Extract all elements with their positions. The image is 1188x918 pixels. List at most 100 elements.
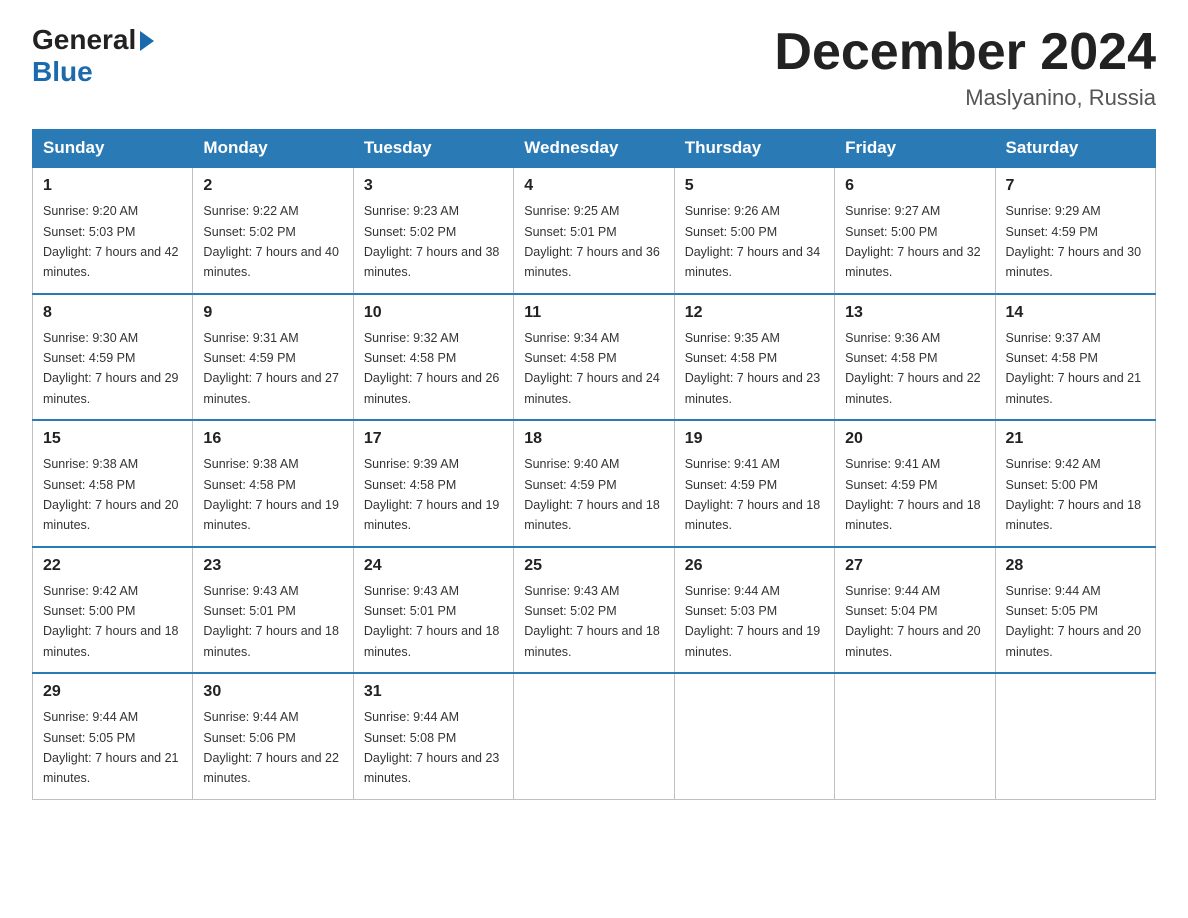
day-info: Sunrise: 9:32 AMSunset: 4:58 PMDaylight:…	[364, 331, 500, 406]
day-cell: 1 Sunrise: 9:20 AMSunset: 5:03 PMDayligh…	[33, 167, 193, 294]
day-info: Sunrise: 9:43 AMSunset: 5:02 PMDaylight:…	[524, 584, 660, 659]
day-cell: 22 Sunrise: 9:42 AMSunset: 5:00 PMDaylig…	[33, 547, 193, 674]
day-cell: 30 Sunrise: 9:44 AMSunset: 5:06 PMDaylig…	[193, 673, 353, 799]
day-info: Sunrise: 9:44 AMSunset: 5:05 PMDaylight:…	[43, 710, 179, 785]
day-number: 8	[43, 301, 182, 325]
week-row-2: 8 Sunrise: 9:30 AMSunset: 4:59 PMDayligh…	[33, 294, 1156, 421]
day-cell: 31 Sunrise: 9:44 AMSunset: 5:08 PMDaylig…	[353, 673, 513, 799]
logo: General Blue	[32, 24, 154, 88]
day-cell: 19 Sunrise: 9:41 AMSunset: 4:59 PMDaylig…	[674, 420, 834, 547]
header-sunday: Sunday	[33, 130, 193, 168]
day-info: Sunrise: 9:44 AMSunset: 5:06 PMDaylight:…	[203, 710, 339, 785]
day-number: 17	[364, 427, 503, 451]
day-number: 12	[685, 301, 824, 325]
day-number: 18	[524, 427, 663, 451]
day-cell: 11 Sunrise: 9:34 AMSunset: 4:58 PMDaylig…	[514, 294, 674, 421]
logo-arrow-icon	[140, 31, 154, 51]
day-cell: 20 Sunrise: 9:41 AMSunset: 4:59 PMDaylig…	[835, 420, 995, 547]
day-cell: 25 Sunrise: 9:43 AMSunset: 5:02 PMDaylig…	[514, 547, 674, 674]
day-cell: 16 Sunrise: 9:38 AMSunset: 4:58 PMDaylig…	[193, 420, 353, 547]
day-cell: 3 Sunrise: 9:23 AMSunset: 5:02 PMDayligh…	[353, 167, 513, 294]
day-cell: 27 Sunrise: 9:44 AMSunset: 5:04 PMDaylig…	[835, 547, 995, 674]
day-number: 16	[203, 427, 342, 451]
calendar-table: SundayMondayTuesdayWednesdayThursdayFrid…	[32, 129, 1156, 800]
day-info: Sunrise: 9:35 AMSunset: 4:58 PMDaylight:…	[685, 331, 821, 406]
day-info: Sunrise: 9:42 AMSunset: 5:00 PMDaylight:…	[1006, 457, 1142, 532]
day-number: 6	[845, 174, 984, 198]
day-number: 31	[364, 680, 503, 704]
logo-blue-text: Blue	[32, 56, 93, 88]
logo-general-text: General	[32, 24, 136, 56]
day-number: 5	[685, 174, 824, 198]
day-number: 10	[364, 301, 503, 325]
day-info: Sunrise: 9:44 AMSunset: 5:03 PMDaylight:…	[685, 584, 821, 659]
day-cell: 26 Sunrise: 9:44 AMSunset: 5:03 PMDaylig…	[674, 547, 834, 674]
title-area: December 2024 Maslyanino, Russia	[774, 24, 1156, 111]
day-info: Sunrise: 9:26 AMSunset: 5:00 PMDaylight:…	[685, 204, 821, 279]
day-number: 9	[203, 301, 342, 325]
day-info: Sunrise: 9:30 AMSunset: 4:59 PMDaylight:…	[43, 331, 179, 406]
day-number: 25	[524, 554, 663, 578]
day-info: Sunrise: 9:25 AMSunset: 5:01 PMDaylight:…	[524, 204, 660, 279]
day-number: 26	[685, 554, 824, 578]
day-cell	[674, 673, 834, 799]
day-info: Sunrise: 9:44 AMSunset: 5:08 PMDaylight:…	[364, 710, 500, 785]
day-number: 13	[845, 301, 984, 325]
day-cell: 5 Sunrise: 9:26 AMSunset: 5:00 PMDayligh…	[674, 167, 834, 294]
day-number: 30	[203, 680, 342, 704]
day-cell: 15 Sunrise: 9:38 AMSunset: 4:58 PMDaylig…	[33, 420, 193, 547]
day-info: Sunrise: 9:22 AMSunset: 5:02 PMDaylight:…	[203, 204, 339, 279]
day-cell	[835, 673, 995, 799]
day-number: 11	[524, 301, 663, 325]
header-saturday: Saturday	[995, 130, 1155, 168]
day-info: Sunrise: 9:23 AMSunset: 5:02 PMDaylight:…	[364, 204, 500, 279]
day-cell: 18 Sunrise: 9:40 AMSunset: 4:59 PMDaylig…	[514, 420, 674, 547]
day-cell: 24 Sunrise: 9:43 AMSunset: 5:01 PMDaylig…	[353, 547, 513, 674]
day-number: 1	[43, 174, 182, 198]
day-number: 15	[43, 427, 182, 451]
header-wednesday: Wednesday	[514, 130, 674, 168]
day-cell: 10 Sunrise: 9:32 AMSunset: 4:58 PMDaylig…	[353, 294, 513, 421]
week-row-5: 29 Sunrise: 9:44 AMSunset: 5:05 PMDaylig…	[33, 673, 1156, 799]
day-cell: 4 Sunrise: 9:25 AMSunset: 5:01 PMDayligh…	[514, 167, 674, 294]
day-info: Sunrise: 9:36 AMSunset: 4:58 PMDaylight:…	[845, 331, 981, 406]
day-info: Sunrise: 9:27 AMSunset: 5:00 PMDaylight:…	[845, 204, 981, 279]
week-row-4: 22 Sunrise: 9:42 AMSunset: 5:00 PMDaylig…	[33, 547, 1156, 674]
day-cell: 28 Sunrise: 9:44 AMSunset: 5:05 PMDaylig…	[995, 547, 1155, 674]
location-title: Maslyanino, Russia	[774, 85, 1156, 111]
day-info: Sunrise: 9:41 AMSunset: 4:59 PMDaylight:…	[685, 457, 821, 532]
day-info: Sunrise: 9:44 AMSunset: 5:04 PMDaylight:…	[845, 584, 981, 659]
header-thursday: Thursday	[674, 130, 834, 168]
day-number: 19	[685, 427, 824, 451]
day-cell: 29 Sunrise: 9:44 AMSunset: 5:05 PMDaylig…	[33, 673, 193, 799]
day-info: Sunrise: 9:38 AMSunset: 4:58 PMDaylight:…	[43, 457, 179, 532]
day-cell: 2 Sunrise: 9:22 AMSunset: 5:02 PMDayligh…	[193, 167, 353, 294]
week-row-3: 15 Sunrise: 9:38 AMSunset: 4:58 PMDaylig…	[33, 420, 1156, 547]
day-number: 23	[203, 554, 342, 578]
day-number: 3	[364, 174, 503, 198]
header-tuesday: Tuesday	[353, 130, 513, 168]
day-number: 24	[364, 554, 503, 578]
day-cell: 6 Sunrise: 9:27 AMSunset: 5:00 PMDayligh…	[835, 167, 995, 294]
header-friday: Friday	[835, 130, 995, 168]
page-header: General Blue December 2024 Maslyanino, R…	[32, 24, 1156, 111]
day-number: 2	[203, 174, 342, 198]
day-number: 14	[1006, 301, 1145, 325]
day-number: 28	[1006, 554, 1145, 578]
month-title: December 2024	[774, 24, 1156, 81]
header-monday: Monday	[193, 130, 353, 168]
day-number: 29	[43, 680, 182, 704]
day-cell: 8 Sunrise: 9:30 AMSunset: 4:59 PMDayligh…	[33, 294, 193, 421]
day-cell: 23 Sunrise: 9:43 AMSunset: 5:01 PMDaylig…	[193, 547, 353, 674]
day-cell: 17 Sunrise: 9:39 AMSunset: 4:58 PMDaylig…	[353, 420, 513, 547]
day-info: Sunrise: 9:43 AMSunset: 5:01 PMDaylight:…	[203, 584, 339, 659]
day-cell: 12 Sunrise: 9:35 AMSunset: 4:58 PMDaylig…	[674, 294, 834, 421]
day-number: 27	[845, 554, 984, 578]
day-cell: 14 Sunrise: 9:37 AMSunset: 4:58 PMDaylig…	[995, 294, 1155, 421]
days-header-row: SundayMondayTuesdayWednesdayThursdayFrid…	[33, 130, 1156, 168]
day-info: Sunrise: 9:38 AMSunset: 4:58 PMDaylight:…	[203, 457, 339, 532]
day-number: 22	[43, 554, 182, 578]
day-info: Sunrise: 9:29 AMSunset: 4:59 PMDaylight:…	[1006, 204, 1142, 279]
day-info: Sunrise: 9:34 AMSunset: 4:58 PMDaylight:…	[524, 331, 660, 406]
day-info: Sunrise: 9:41 AMSunset: 4:59 PMDaylight:…	[845, 457, 981, 532]
